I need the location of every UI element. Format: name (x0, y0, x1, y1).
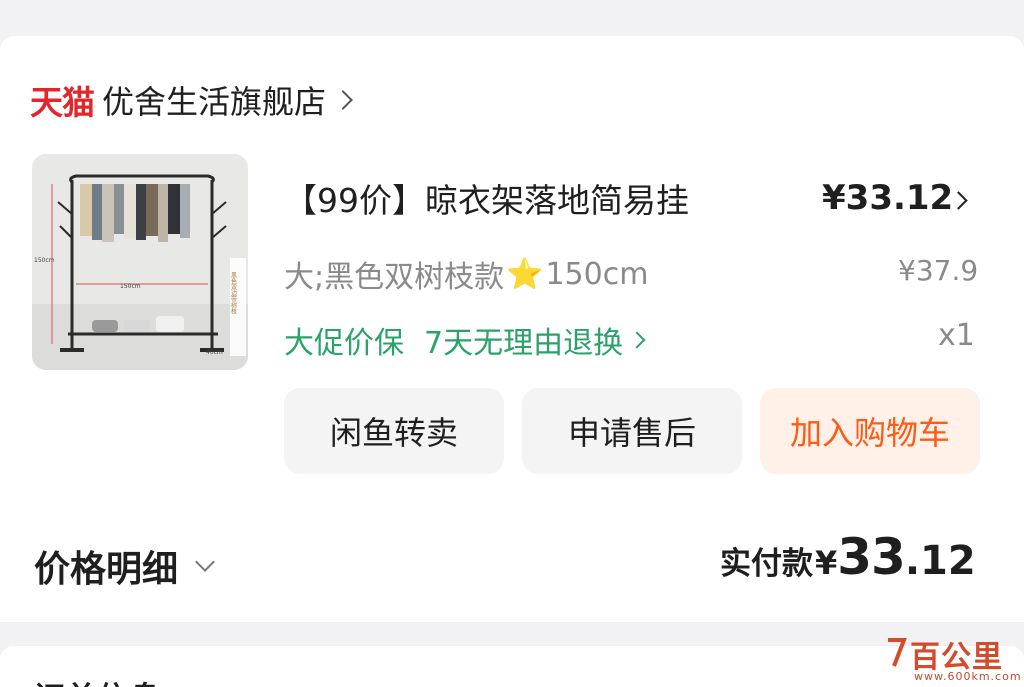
product-price[interactable]: ¥33.12 (822, 178, 953, 218)
sku-text: 大;黑色双树枝款 (284, 260, 505, 295)
image-side-tag: 黑色双边带树枝 (230, 272, 237, 315)
star-icon: ⭐ (506, 256, 544, 292)
guarantee-row[interactable]: 大促价保 7天无理由退换 (284, 318, 646, 362)
paid-currency: ¥ (815, 544, 838, 582)
after-sale-button[interactable]: 申请售后 (522, 388, 742, 474)
image-width-label: 150cm (120, 283, 141, 290)
paid-decimal: .12 (904, 538, 976, 584)
paid-amount: 实付款 ¥ 33 .12 (720, 528, 976, 586)
add-to-cart-button[interactable]: 加入购物车 (760, 388, 980, 474)
chevron-right-icon (333, 90, 353, 110)
product-title[interactable]: 【99价】晾衣架落地简易挂 (284, 174, 689, 222)
watermark-logo-icon (888, 638, 907, 667)
price-protection-label: 大促价保 (284, 326, 404, 361)
next-section-card: 订单信息 (0, 646, 1024, 687)
paid-integer: 33 (837, 528, 906, 586)
chevron-right-icon (628, 331, 646, 349)
product-sku: 大;黑色双树枝款 ⭐ 150cm (284, 252, 648, 296)
clothes-rack-image: 150cm 150cm 40cm 黑色双边带树枝 (32, 154, 248, 370)
original-price: ¥37.9 (898, 254, 979, 287)
resell-button[interactable]: 闲鱼转卖 (284, 388, 504, 474)
next-section-title: 订单信息 (34, 678, 184, 687)
store-header[interactable]: 天猫 优舍生活旗舰店 (30, 76, 353, 124)
image-depth-label: 40cm (206, 349, 223, 356)
return-policy-label: 7天无理由退换 (424, 326, 624, 361)
watermark-url: www.600km.com (914, 670, 1022, 683)
paid-label: 实付款 (720, 546, 813, 582)
price-detail-toggle[interactable]: 价格明细 (34, 540, 215, 592)
product-thumbnail[interactable]: 150cm 150cm 40cm 黑色双边带树枝 (32, 154, 248, 370)
sku-size: 150cm (545, 256, 649, 292)
site-watermark: 百公里 www.600km.com (884, 632, 1022, 686)
tmall-logo: 天猫 (30, 83, 95, 122)
top-separator (0, 0, 1024, 14)
image-height-label: 150cm (34, 257, 55, 264)
price-detail-label: 价格明细 (34, 549, 179, 590)
chevron-down-icon (195, 552, 215, 572)
quantity: x1 (938, 318, 975, 353)
store-name: 优舍生活旗舰店 (102, 83, 327, 121)
